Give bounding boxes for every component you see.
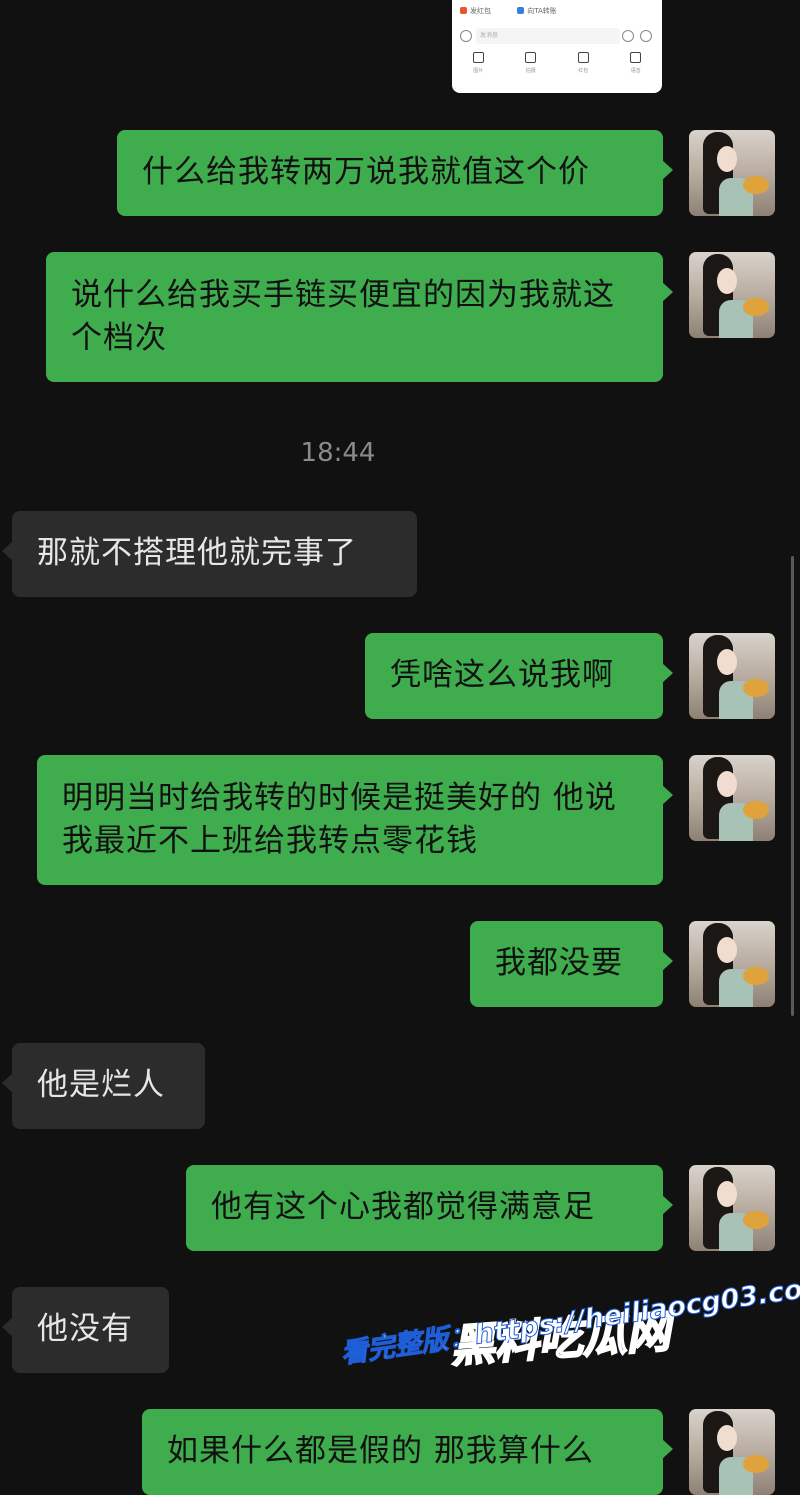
message-text: 说什么给我买手链买便宜的因为我就这个档次 [71, 277, 615, 356]
my-avatar[interactable] [689, 921, 775, 1007]
message-text: 他没有 [37, 1311, 133, 1347]
message-bubble-outgoing[interactable]: 凭啥这么说我啊 [365, 633, 673, 719]
message-bubble-outgoing[interactable]: 如果什么都是假的 那我算什么 [142, 1409, 673, 1495]
photo-icon [472, 52, 484, 63]
message-text: 如果什么都是假的 那我算什么 [167, 1433, 594, 1469]
message-bubble-outgoing[interactable]: 说什么给我买手链买便宜的因为我就这个档次 [46, 252, 673, 382]
embed-tool-row: 图片 拍摄 红包 语音 [452, 52, 662, 74]
emoji-icon [622, 30, 634, 42]
message-text: 他有这个心我都觉得满意足 [211, 1189, 595, 1225]
transfer-item: 向TA转账 [517, 7, 569, 15]
my-avatar[interactable] [689, 130, 775, 216]
message-bubble-incoming[interactable]: 他没有 [2, 1287, 169, 1373]
message-bubble-incoming[interactable]: 那就不搭理他就完事了 [2, 511, 417, 597]
message-bubble-outgoing[interactable]: 什么给我转两万说我就值这个价 [117, 130, 673, 216]
camera-icon [525, 52, 537, 63]
message-text: 明明当时给我转的时候是挺美好的 他说我最近不上班给我转点零花钱 [62, 780, 617, 859]
embedded-chat-card: 发红包 向TA转账 发消息 图片 拍摄 红包 语音 [452, 0, 662, 93]
my-avatar[interactable] [689, 755, 775, 841]
message-text: 那就不搭理他就完事了 [37, 535, 357, 571]
my-avatar[interactable] [689, 252, 775, 338]
message-text: 什么给我转两万说我就值这个价 [142, 154, 590, 190]
message-bubble-outgoing[interactable]: 他有这个心我都觉得满意足 [186, 1165, 673, 1251]
my-avatar[interactable] [689, 1165, 775, 1251]
voice-icon [460, 30, 472, 42]
my-avatar[interactable] [689, 1409, 775, 1495]
red-packet-item: 发红包 [460, 7, 503, 15]
message-bubble-incoming[interactable]: 他是烂人 [2, 1043, 205, 1129]
scrollbar[interactable] [791, 556, 794, 1016]
message-bubble-outgoing[interactable]: 明明当时给我转的时候是挺美好的 他说我最近不上班给我转点零花钱 [37, 755, 673, 885]
chat-timestamp: 18:44 [300, 438, 376, 468]
plus-icon [640, 30, 652, 42]
voice-call-icon [630, 52, 642, 63]
embed-action-row: 发红包 向TA转账 [460, 6, 581, 16]
camera-tool: 拍摄 [525, 52, 537, 74]
message-text: 他是烂人 [37, 1067, 165, 1103]
message-bubble-outgoing[interactable]: 我都没要 [470, 921, 673, 1007]
photo-tool: 图片 [472, 52, 484, 74]
red-packet-icon [577, 52, 589, 63]
red-packet-tool: 红包 [577, 52, 589, 74]
message-text: 我都没要 [495, 945, 623, 981]
message-text: 凭啥这么说我啊 [390, 657, 614, 693]
my-avatar[interactable] [689, 633, 775, 719]
voice-tool: 语音 [630, 52, 642, 74]
embed-message-input: 发消息 [476, 28, 620, 44]
